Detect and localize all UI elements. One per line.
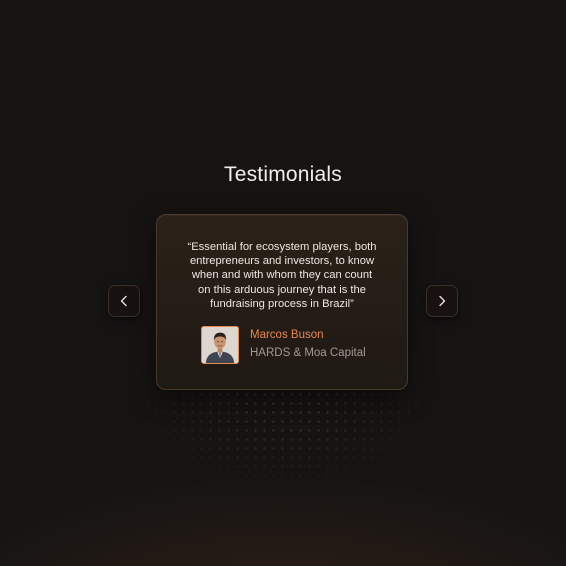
testimonial-quote: “Essential for ecosystem players, both e… xyxy=(171,240,393,311)
quote-line: fundraising process in Brazil” xyxy=(210,297,354,310)
quote-line: on this arduous journey that is the xyxy=(198,283,366,296)
testimonial-author: Marcos Buson HARDS & Moa Capital xyxy=(201,326,391,366)
section-title: Testimonials xyxy=(224,163,342,186)
next-testimonial-button[interactable] xyxy=(426,285,458,317)
quote-line: when and with whom they can count xyxy=(191,269,373,282)
previous-testimonial-button[interactable] xyxy=(108,285,140,317)
avatar xyxy=(201,326,239,364)
chevron-right-icon xyxy=(439,295,446,307)
author-photo xyxy=(202,327,238,363)
testimonial-card: “Essential for ecosystem players, both e… xyxy=(156,214,408,390)
author-company: HARDS & Moa Capital xyxy=(250,347,366,359)
quote-line: “Essential for ecosystem players, both xyxy=(187,241,377,253)
chevron-left-icon xyxy=(120,295,127,307)
quote-line: entrepreneurs and investors, to know xyxy=(189,255,375,268)
author-name: Marcos Buson xyxy=(250,329,324,341)
